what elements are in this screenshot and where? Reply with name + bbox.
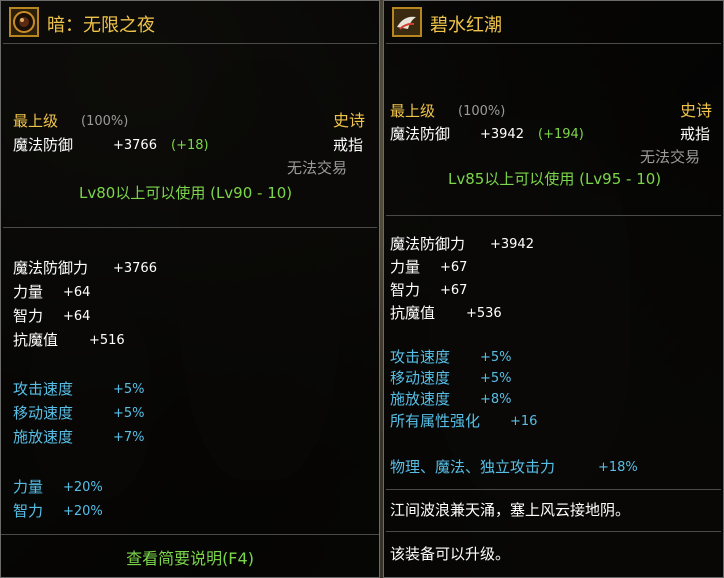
stat-label: 力量 [13,283,44,301]
base-stat-value: +3942 [480,127,524,142]
stat-label: 智力 [390,281,421,299]
level-requirement: Lv80以上可以使用 (Lv90 - 10) [79,184,293,202]
speed-value: +16 [510,414,538,429]
stat-value: +64 [63,309,91,324]
tier-label: 最上级 [13,112,59,130]
stat-value: +516 [89,333,125,348]
tier-percent: (100%) [81,114,129,129]
slot-label: 戒指 [680,125,711,143]
divider [386,215,721,216]
attack-bonus-value: +18% [598,460,638,475]
stat-label: 智力 [13,307,44,325]
speed-value: +7% [113,430,145,445]
stat-label: 魔法防御力 [13,259,89,277]
stat-value: +64 [63,285,91,300]
slot-label: 戒指 [333,136,364,154]
percent-stat-label: 智力 [13,502,44,520]
stat-value: +3942 [490,237,534,252]
tier-percent: (100%) [458,104,506,119]
trade-label: 无法交易 [640,148,701,166]
divider [386,43,721,44]
stat-value: +536 [466,306,502,321]
speed-value: +5% [480,371,512,386]
divider [3,43,377,44]
speed-value: +8% [480,392,512,407]
speed-value: +5% [480,350,512,365]
rarity-label: 史诗 [680,101,713,120]
stat-label: 力量 [390,258,421,276]
item-name: 碧水红潮 [430,15,502,36]
level-requirement: Lv85以上可以使用 (Lv95 - 10) [448,170,662,188]
base-stat-bonus: (+194) [538,127,584,142]
stat-value: +67 [440,283,468,298]
speed-label: 移动速度 [13,404,74,422]
item-header: 暗：无限之夜 [1,1,379,43]
speed-label: 移动速度 [390,369,451,387]
percent-stat-label: 力量 [13,478,44,496]
speed-value: +5% [113,382,145,397]
stat-value: +3766 [113,261,157,276]
stat-label: 抗魔值 [390,304,436,322]
item-tooltip-left: 暗：无限之夜 最上级 (100%) 史诗 魔法防御 +3766 (+18) 戒指… [0,0,380,578]
trade-label: 无法交易 [287,159,348,177]
divider [386,489,721,490]
tooltip-footer: 查看简要说明(F4) [1,534,379,577]
speed-label: 施放速度 [390,390,451,408]
base-stat-label: 魔法防御 [13,136,74,154]
view-summary-button[interactable]: 查看简要说明(F4) [1,545,379,569]
dark-ring-icon [9,7,39,37]
attack-bonus-label: 物理、魔法、独立攻击力 [390,458,556,476]
stat-value: +67 [440,260,468,275]
speed-value: +5% [113,406,145,421]
upgrade-note: 该装备可以升级。 [390,545,511,563]
divider [3,227,377,228]
item-tooltip-right: 碧水红潮 最上级 (100%) 史诗 魔法防御 +3942 (+194) 戒指 … [383,0,724,578]
base-stat-label: 魔法防御 [390,125,451,143]
speed-label: 攻击速度 [13,380,74,398]
stat-label: 魔法防御力 [390,235,466,253]
base-stat-value: +3766 [113,138,157,153]
rarity-label: 史诗 [333,111,366,130]
speed-label: 所有属性强化 [390,412,481,430]
item-header: 碧水红潮 [384,1,723,43]
speed-label: 施放速度 [13,428,74,446]
tier-label: 最上级 [390,102,436,120]
speed-label: 攻击速度 [390,348,451,366]
flavor-text: 江间波浪兼天涌，塞上风云接地阴。 [390,501,631,519]
wave-ring-icon [392,7,422,37]
percent-stat-value: +20% [63,504,103,519]
stat-label: 抗魔值 [13,331,59,349]
base-stat-bonus: (+18) [171,138,209,153]
percent-stat-value: +20% [63,480,103,495]
item-name: 暗：无限之夜 [47,15,155,36]
divider [386,531,721,532]
